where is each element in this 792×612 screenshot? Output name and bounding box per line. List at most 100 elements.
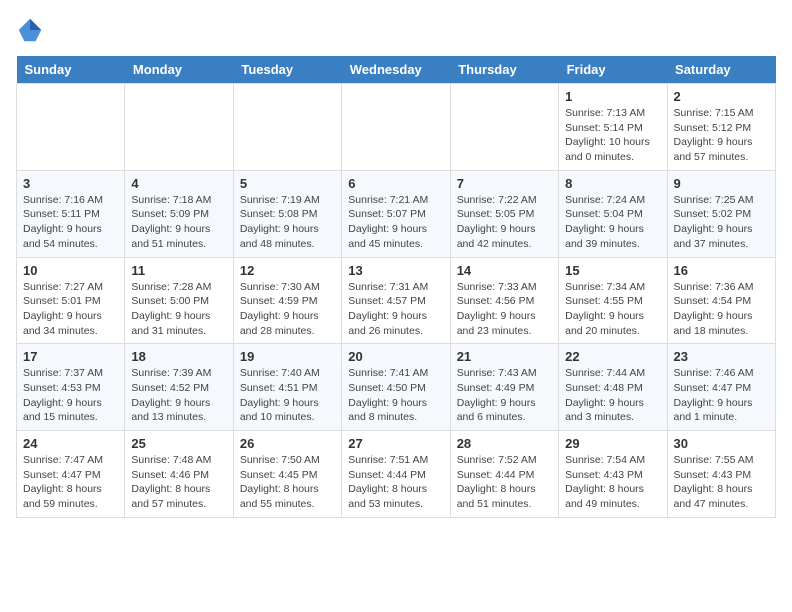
table-cell: 22 Sunrise: 7:44 AM Sunset: 4:48 PM Dayli… [559, 344, 667, 431]
table-cell: 18 Sunrise: 7:39 AM Sunset: 4:52 PM Dayli… [125, 344, 233, 431]
day-number: 18 [131, 349, 226, 364]
week-row-5: 24 Sunrise: 7:47 AM Sunset: 4:47 PM Dayli… [17, 431, 776, 518]
day-info: Sunrise: 7:37 AM Sunset: 4:53 PM Dayligh… [23, 366, 118, 425]
table-cell: 26 Sunrise: 7:50 AM Sunset: 4:45 PM Dayli… [233, 431, 341, 518]
table-cell: 7 Sunrise: 7:22 AM Sunset: 5:05 PM Daylig… [450, 170, 558, 257]
day-number: 6 [348, 176, 443, 191]
day-number: 30 [674, 436, 769, 451]
table-cell [17, 84, 125, 171]
day-info: Sunrise: 7:43 AM Sunset: 4:49 PM Dayligh… [457, 366, 552, 425]
day-number: 10 [23, 263, 118, 278]
table-cell: 23 Sunrise: 7:46 AM Sunset: 4:47 PM Dayli… [667, 344, 775, 431]
header-wednesday: Wednesday [342, 56, 450, 84]
day-number: 27 [348, 436, 443, 451]
day-info: Sunrise: 7:19 AM Sunset: 5:08 PM Dayligh… [240, 193, 335, 252]
day-number: 24 [23, 436, 118, 451]
table-cell: 16Sunrise: 7:36 AM Sunset: 4:54 PM Dayli… [667, 257, 775, 344]
day-info: Sunrise: 7:40 AM Sunset: 4:51 PM Dayligh… [240, 366, 335, 425]
page-header [16, 16, 776, 44]
day-number: 25 [131, 436, 226, 451]
day-number: 9 [674, 176, 769, 191]
table-cell: 9 Sunrise: 7:25 AM Sunset: 5:02 PM Daylig… [667, 170, 775, 257]
table-cell: 15 Sunrise: 7:34 AM Sunset: 4:55 PM Dayli… [559, 257, 667, 344]
day-number: 14 [457, 263, 552, 278]
table-cell: 3 Sunrise: 7:16 AM Sunset: 5:11 PM Daylig… [17, 170, 125, 257]
logo-icon [16, 16, 44, 44]
table-cell: 5 Sunrise: 7:19 AM Sunset: 5:08 PM Daylig… [233, 170, 341, 257]
day-info: Sunrise: 7:25 AM Sunset: 5:02 PM Dayligh… [674, 193, 769, 252]
table-cell: 1Sunrise: 7:13 AM Sunset: 5:14 PM Daylig… [559, 84, 667, 171]
header-tuesday: Tuesday [233, 56, 341, 84]
table-cell: 20 Sunrise: 7:41 AM Sunset: 4:50 PM Dayli… [342, 344, 450, 431]
day-number: 8 [565, 176, 660, 191]
day-number: 4 [131, 176, 226, 191]
day-info: Sunrise: 7:44 AM Sunset: 4:48 PM Dayligh… [565, 366, 660, 425]
day-info: Sunrise: 7:46 AM Sunset: 4:47 PM Dayligh… [674, 366, 769, 425]
table-cell: 21 Sunrise: 7:43 AM Sunset: 4:49 PM Dayli… [450, 344, 558, 431]
day-info: Sunrise: 7:48 AM Sunset: 4:46 PM Dayligh… [131, 453, 226, 512]
table-cell: 25 Sunrise: 7:48 AM Sunset: 4:46 PM Dayli… [125, 431, 233, 518]
table-cell: 30 Sunrise: 7:55 AM Sunset: 4:43 PM Dayli… [667, 431, 775, 518]
table-cell: 19 Sunrise: 7:40 AM Sunset: 4:51 PM Dayli… [233, 344, 341, 431]
day-number: 26 [240, 436, 335, 451]
day-number: 5 [240, 176, 335, 191]
table-cell: 6 Sunrise: 7:21 AM Sunset: 5:07 PM Daylig… [342, 170, 450, 257]
table-cell: 10Sunrise: 7:27 AM Sunset: 5:01 PM Dayli… [17, 257, 125, 344]
day-info: Sunrise: 7:51 AM Sunset: 4:44 PM Dayligh… [348, 453, 443, 512]
day-number: 15 [565, 263, 660, 278]
day-info: Sunrise: 7:39 AM Sunset: 4:52 PM Dayligh… [131, 366, 226, 425]
day-number: 7 [457, 176, 552, 191]
day-number: 13 [348, 263, 443, 278]
day-number: 20 [348, 349, 443, 364]
day-number: 23 [674, 349, 769, 364]
day-info: Sunrise: 7:21 AM Sunset: 5:07 PM Dayligh… [348, 193, 443, 252]
week-row-3: 10Sunrise: 7:27 AM Sunset: 5:01 PM Dayli… [17, 257, 776, 344]
day-number: 28 [457, 436, 552, 451]
header-saturday: Saturday [667, 56, 775, 84]
week-row-1: 1Sunrise: 7:13 AM Sunset: 5:14 PM Daylig… [17, 84, 776, 171]
table-cell: 24 Sunrise: 7:47 AM Sunset: 4:47 PM Dayli… [17, 431, 125, 518]
table-cell [125, 84, 233, 171]
table-cell: 12 Sunrise: 7:30 AM Sunset: 4:59 PM Dayli… [233, 257, 341, 344]
table-cell: 14Sunrise: 7:33 AM Sunset: 4:56 PM Dayli… [450, 257, 558, 344]
day-info: Sunrise: 7:47 AM Sunset: 4:47 PM Dayligh… [23, 453, 118, 512]
day-info: Sunrise: 7:50 AM Sunset: 4:45 PM Dayligh… [240, 453, 335, 512]
logo [16, 16, 48, 44]
table-cell: 8 Sunrise: 7:24 AM Sunset: 5:04 PM Daylig… [559, 170, 667, 257]
day-info: Sunrise: 7:55 AM Sunset: 4:43 PM Dayligh… [674, 453, 769, 512]
table-cell: 11Sunrise: 7:28 AM Sunset: 5:00 PM Dayli… [125, 257, 233, 344]
table-cell: 13 Sunrise: 7:31 AM Sunset: 4:57 PM Dayli… [342, 257, 450, 344]
day-info: Sunrise: 7:41 AM Sunset: 4:50 PM Dayligh… [348, 366, 443, 425]
day-info: Sunrise: 7:31 AM Sunset: 4:57 PM Dayligh… [348, 280, 443, 339]
day-info: Sunrise: 7:30 AM Sunset: 4:59 PM Dayligh… [240, 280, 335, 339]
day-number: 12 [240, 263, 335, 278]
day-info: Sunrise: 7:52 AM Sunset: 4:44 PM Dayligh… [457, 453, 552, 512]
day-info: Sunrise: 7:54 AM Sunset: 4:43 PM Dayligh… [565, 453, 660, 512]
day-number: 3 [23, 176, 118, 191]
day-info: Sunrise: 7:16 AM Sunset: 5:11 PM Dayligh… [23, 193, 118, 252]
day-number: 11 [131, 263, 226, 278]
table-cell: 29 Sunrise: 7:54 AM Sunset: 4:43 PM Dayli… [559, 431, 667, 518]
header-monday: Monday [125, 56, 233, 84]
day-info: Sunrise: 7:34 AM Sunset: 4:55 PM Dayligh… [565, 280, 660, 339]
table-cell: 27 Sunrise: 7:51 AM Sunset: 4:44 PM Dayli… [342, 431, 450, 518]
day-number: 17 [23, 349, 118, 364]
day-number: 22 [565, 349, 660, 364]
day-info: Sunrise: 7:18 AM Sunset: 5:09 PM Dayligh… [131, 193, 226, 252]
table-cell: 28 Sunrise: 7:52 AM Sunset: 4:44 PM Dayli… [450, 431, 558, 518]
day-info: Sunrise: 7:22 AM Sunset: 5:05 PM Dayligh… [457, 193, 552, 252]
header-friday: Friday [559, 56, 667, 84]
calendar-header-row: SundayMondayTuesdayWednesdayThursdayFrid… [17, 56, 776, 84]
day-number: 21 [457, 349, 552, 364]
week-row-2: 3 Sunrise: 7:16 AM Sunset: 5:11 PM Daylig… [17, 170, 776, 257]
table-cell: 4 Sunrise: 7:18 AM Sunset: 5:09 PM Daylig… [125, 170, 233, 257]
header-sunday: Sunday [17, 56, 125, 84]
day-info: Sunrise: 7:24 AM Sunset: 5:04 PM Dayligh… [565, 193, 660, 252]
table-cell [233, 84, 341, 171]
calendar-table: SundayMondayTuesdayWednesdayThursdayFrid… [16, 56, 776, 518]
day-number: 19 [240, 349, 335, 364]
day-number: 2 [674, 89, 769, 104]
day-number: 29 [565, 436, 660, 451]
table-cell [342, 84, 450, 171]
day-info: Sunrise: 7:13 AM Sunset: 5:14 PM Dayligh… [565, 106, 660, 165]
